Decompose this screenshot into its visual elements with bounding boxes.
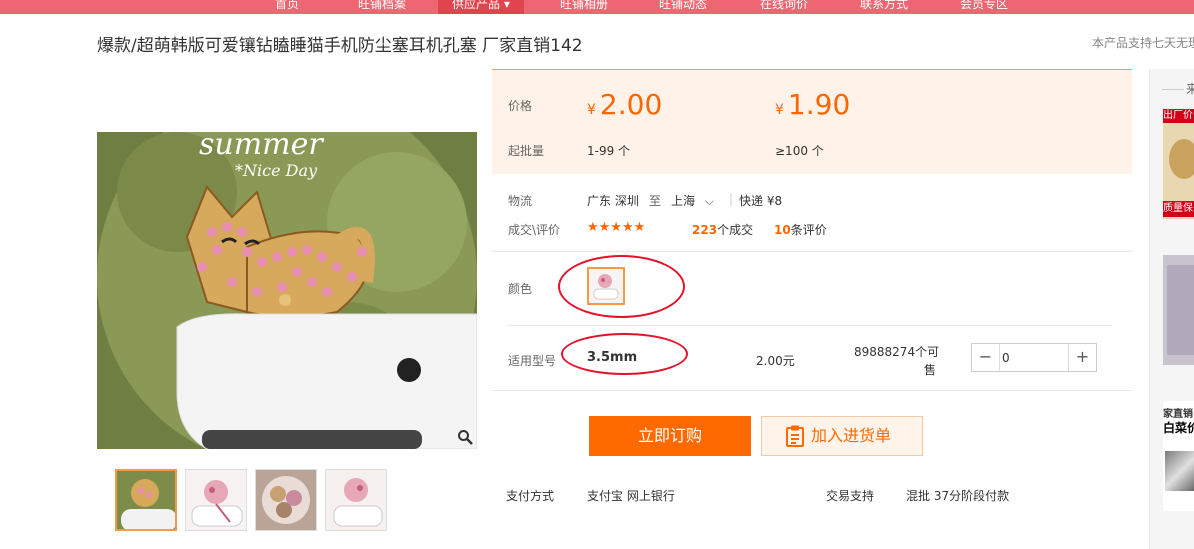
nav-item-inquiry[interactable]: 在线询价 — [760, 0, 808, 14]
currency-symbol: ¥ — [775, 102, 784, 118]
model-name: 3.5mm — [587, 350, 638, 365]
stock-line-1: 89888274个可 — [854, 345, 940, 359]
sidebar-product-image — [1165, 451, 1194, 491]
logistics-to-word: 至 — [649, 194, 662, 208]
currency-symbol: ¥ — [587, 102, 596, 118]
price-value: 1.90 — [787, 88, 851, 121]
thumbnail-1[interactable] — [115, 469, 177, 531]
reviews-count: 10 — [774, 223, 791, 237]
thumbnail-3[interactable] — [255, 469, 317, 531]
model-label: 适用型号 — [508, 354, 557, 368]
deals-count: 223 — [692, 223, 718, 237]
sidebar-badge-top: 家直销 — [1163, 409, 1193, 420]
sidebar-product-image — [1169, 139, 1194, 179]
nav-item-profile[interactable]: 旺铺档案 — [358, 0, 406, 14]
color-label: 颜色 — [508, 282, 533, 296]
price-label: 价格 — [508, 99, 533, 113]
rating-stars: ★★★★★ — [587, 220, 646, 235]
increase-button[interactable]: + — [1068, 344, 1096, 371]
nav-item-news[interactable]: 旺铺动态 — [659, 0, 707, 14]
summer-text: summer — [199, 132, 324, 162]
sidebar-product-3[interactable]: 家直销 白菜价 — [1163, 401, 1194, 511]
logistics-from: 广东 深圳 — [587, 194, 639, 208]
decrease-button[interactable]: − — [972, 344, 1000, 371]
zoom-icon[interactable] — [457, 429, 473, 445]
color-swatch[interactable] — [587, 267, 625, 305]
reviews-count-group[interactable]: 10条评价 — [774, 221, 827, 238]
destination-selector[interactable]: 上海 ⌵ — [671, 192, 714, 209]
add-to-list-label: 加入进货单 — [811, 426, 892, 445]
nav-item-products-label: 供应产品 — [452, 0, 501, 11]
buy-now-button[interactable]: 立即订购 — [589, 416, 751, 456]
thumbnail-2[interactable] — [185, 469, 247, 531]
main-product-image[interactable]: summer *Nice Day — [97, 132, 477, 449]
nav-item-home[interactable]: 首页 — [275, 0, 299, 14]
model-price: 2.00元 — [756, 354, 795, 368]
quantity-stepper: − + — [971, 343, 1097, 372]
shipping-fee: 快递 ¥8 — [739, 194, 783, 208]
logistics-label: 物流 — [508, 194, 533, 208]
divider: | — [729, 192, 734, 206]
trade-support-label: 交易支持 — [826, 489, 875, 503]
nav-item-products[interactable]: 供应产品 ▾ — [438, 0, 524, 14]
return-policy-notice: 本产品支持七天无理由 — [1092, 36, 1194, 50]
sidebar-title: 来 — [1186, 80, 1194, 97]
deals-suffix: 个成交 — [717, 223, 754, 237]
product-title: 爆款/超萌韩版可爱镶钻瞌睡猫手机防尘塞耳机孔塞 厂家直销142 — [97, 36, 583, 56]
price-tier-2: ¥1.90 — [775, 88, 850, 121]
divider — [492, 251, 1132, 252]
niceday-text: *Nice Day — [235, 161, 318, 180]
sidebar-badge-bottom: 质量保 — [1163, 201, 1194, 217]
nav-item-members[interactable]: 会员专区 — [960, 0, 1008, 14]
sidebar-title-line — [1162, 89, 1184, 90]
moq-range-2: ≥100 个 — [775, 144, 824, 158]
deals-count-group[interactable]: 223个成交 — [692, 221, 753, 238]
reviews-suffix: 条评价 — [790, 223, 827, 237]
destination-value: 上海 — [671, 194, 696, 208]
nav-item-contact[interactable]: 联系方式 — [860, 0, 908, 14]
price-value: 2.00 — [599, 88, 663, 121]
add-to-purchase-list-button[interactable]: 加入进货单 — [761, 416, 923, 456]
recommend-sidebar: 来 出厂价 质量保 家直销 白菜价 — [1149, 69, 1194, 549]
sidebar-badge-top: 出厂价 — [1163, 109, 1194, 123]
chevron-down-icon: ⌵ — [704, 194, 714, 208]
nav-item-album[interactable]: 旺铺相册 — [560, 0, 608, 14]
stock-line-2: 售 — [924, 363, 937, 377]
payment-methods: 支付宝 网上银行 — [587, 489, 675, 503]
divider — [508, 325, 1112, 326]
payment-label: 支付方式 — [506, 489, 555, 503]
moq-range-1: 1-99 个 — [587, 144, 631, 158]
top-navigation: 首页 旺铺档案 供应产品 ▾ 旺铺相册 旺铺动态 在线询价 联系方式 会员专区 — [0, 0, 1194, 14]
trade-support-methods: 混批 37分阶段付款 — [906, 489, 1010, 503]
sidebar-product-1[interactable]: 出厂价 质量保 — [1163, 109, 1194, 219]
price-tier-1: ¥2.00 — [587, 88, 662, 121]
sidebar-product-image — [1167, 265, 1194, 355]
quantity-input[interactable] — [1002, 346, 1066, 369]
divider — [492, 390, 1132, 391]
sidebar-badge-bottom: 白菜价 — [1163, 421, 1194, 435]
swatch-image — [589, 269, 623, 303]
thumbnail-4[interactable] — [325, 469, 387, 531]
deals-label: 成交\评价 — [508, 223, 561, 237]
clipboard-icon — [786, 425, 804, 447]
moq-label: 起批量 — [508, 144, 545, 158]
sidebar-product-2[interactable] — [1163, 255, 1194, 365]
product-photo: summer *Nice Day — [97, 132, 477, 449]
